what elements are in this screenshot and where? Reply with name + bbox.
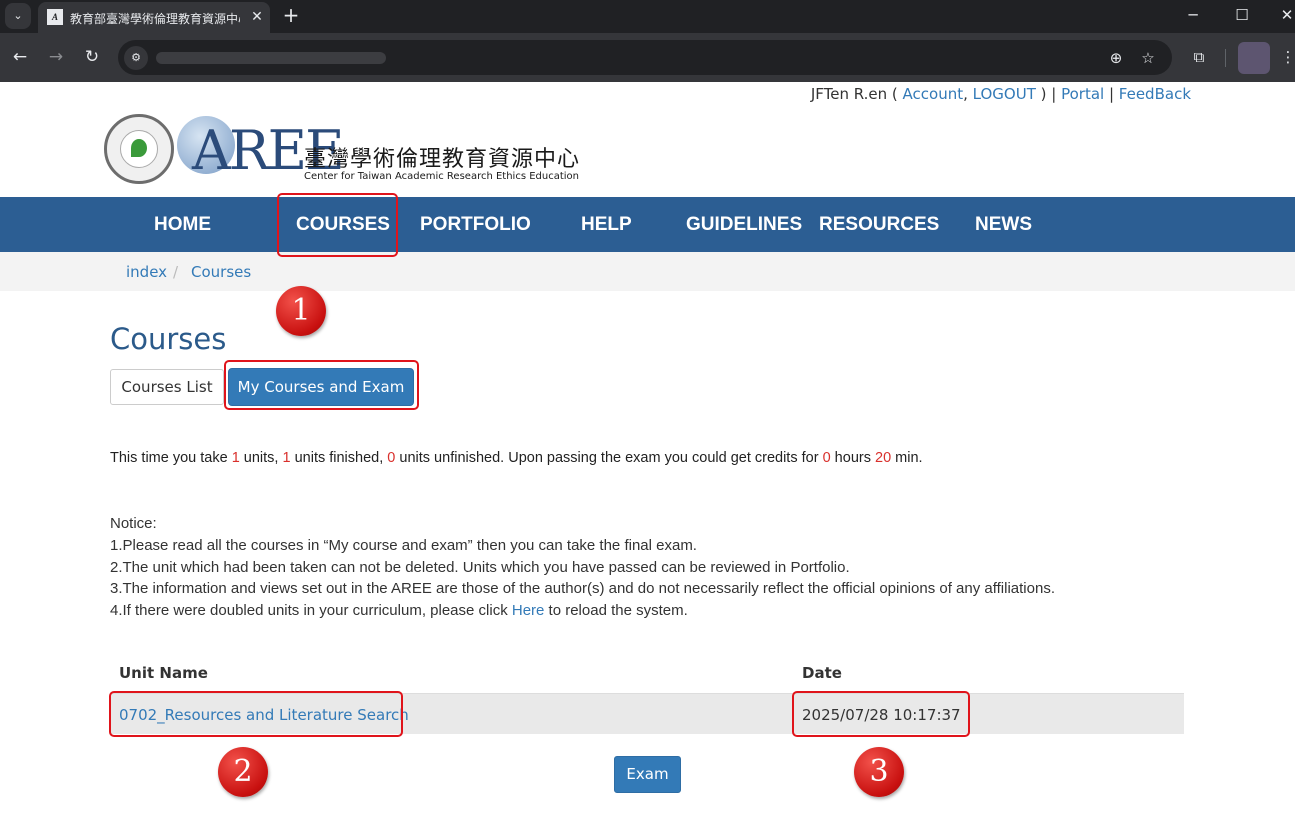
notice-block: Notice: 1.Please read all the courses in… bbox=[110, 513, 1055, 622]
forward-icon[interactable]: → bbox=[44, 45, 68, 69]
notice-line-1: 1.Please read all the courses in “My cou… bbox=[110, 536, 697, 554]
logo-title-chinese: 臺灣學術倫理教育資源中心 bbox=[304, 147, 581, 172]
reload-icon[interactable]: ↻ bbox=[80, 45, 104, 69]
reload-here-link[interactable]: Here bbox=[512, 602, 545, 619]
tab-title: 教育部臺灣學術倫理教育資源中心 bbox=[70, 12, 240, 26]
breadcrumb-index[interactable]: index bbox=[126, 263, 167, 281]
logo-title-english: Center for Taiwan Academic Research Ethi… bbox=[304, 171, 580, 182]
browser-tab[interactable]: A 教育部臺灣學術倫理教育資源中心 ✕ bbox=[38, 2, 270, 33]
browser-tabstrip: ⌄ A 教育部臺灣學術倫理教育資源中心 ✕ + ─ ☐ ✕ bbox=[0, 0, 1295, 33]
site-info-icon[interactable]: ⚙ bbox=[124, 46, 148, 70]
breadcrumb: index / Courses bbox=[0, 252, 1295, 291]
user-name: JFTen R.en bbox=[810, 85, 888, 103]
bookmark-star-icon[interactable]: ☆ bbox=[1136, 46, 1160, 70]
step-marker-3: 3 bbox=[854, 747, 904, 797]
user-bar: JFTen R.en ( Account, LOGOUT ) | Portal … bbox=[810, 85, 1191, 103]
notice-line-4: 4.If there were doubled units in your cu… bbox=[110, 602, 688, 620]
nav-home[interactable]: HOME bbox=[154, 197, 211, 252]
address-bar[interactable]: ⚙ ⊕ ☆ bbox=[118, 40, 1172, 75]
highlight-box-unit-name bbox=[109, 691, 403, 737]
tab-search-icon[interactable]: ⌄ bbox=[5, 3, 31, 29]
nav-portfolio[interactable]: PORTFOLIO bbox=[420, 197, 531, 252]
units-taken-count: 1 bbox=[231, 450, 240, 466]
notice-heading: Notice: bbox=[110, 515, 157, 532]
highlight-box-date bbox=[792, 691, 970, 737]
main-navigation: HOME COURSES PORTFOLIO HELP GUIDELINES R… bbox=[0, 197, 1295, 252]
nav-help[interactable]: HELP bbox=[581, 197, 632, 252]
browser-menu-icon[interactable]: ⋮ bbox=[1276, 45, 1295, 69]
notice-line-2: 2.The unit which had been taken can not … bbox=[110, 558, 850, 576]
breadcrumb-courses[interactable]: Courses bbox=[191, 263, 251, 281]
nav-resources[interactable]: RESOURCES bbox=[819, 197, 939, 252]
window-close-icon[interactable]: ✕ bbox=[1272, 4, 1295, 26]
portal-link[interactable]: Portal bbox=[1061, 85, 1104, 103]
highlight-box-my-courses-tab bbox=[224, 360, 419, 410]
extensions-icon[interactable]: ⧉ bbox=[1187, 45, 1211, 69]
tab-courses-list[interactable]: Courses List bbox=[110, 369, 224, 405]
column-header-unit-name: Unit Name bbox=[119, 664, 208, 682]
minimize-icon[interactable]: ─ bbox=[1178, 4, 1208, 26]
breadcrumb-separator: / bbox=[173, 263, 179, 281]
notice-line-3: 3.The information and views set out in t… bbox=[110, 580, 1055, 598]
account-link[interactable]: Account bbox=[903, 85, 964, 103]
units-finished-count: 1 bbox=[282, 450, 291, 466]
credit-summary: This time you take 1 units, 1 units fini… bbox=[110, 450, 923, 466]
new-tab-icon[interactable]: + bbox=[280, 4, 302, 26]
site-favicon-icon: A bbox=[47, 9, 63, 25]
maximize-icon[interactable]: ☐ bbox=[1227, 4, 1257, 26]
zoom-icon[interactable]: ⊕ bbox=[1104, 46, 1128, 70]
tab-close-icon[interactable]: ✕ bbox=[248, 8, 266, 26]
page-title: Courses bbox=[110, 322, 227, 356]
credit-minutes: 20 bbox=[875, 450, 892, 466]
credit-hours: 0 bbox=[822, 450, 831, 466]
exam-button[interactable]: Exam bbox=[614, 756, 681, 793]
column-header-date: Date bbox=[802, 664, 842, 682]
back-icon[interactable]: ← bbox=[8, 45, 32, 69]
step-marker-2: 2 bbox=[218, 747, 268, 797]
profile-avatar[interactable] bbox=[1238, 42, 1270, 74]
nav-guidelines[interactable]: GUIDELINES bbox=[686, 197, 802, 252]
toolbar-divider bbox=[1225, 49, 1226, 67]
step-marker-1: 1 bbox=[276, 286, 326, 336]
url-text-redacted bbox=[156, 52, 386, 64]
seal-leaf-icon bbox=[131, 139, 147, 157]
logout-link[interactable]: LOGOUT bbox=[973, 85, 1036, 103]
nav-news[interactable]: NEWS bbox=[975, 197, 1032, 252]
ministry-of-education-seal bbox=[104, 114, 174, 184]
browser-toolbar: ← → ↻ ⚙ ⊕ ☆ ⧉ ⋮ bbox=[0, 33, 1295, 82]
feedback-link[interactable]: FeedBack bbox=[1119, 85, 1191, 103]
highlight-box-courses-nav bbox=[277, 193, 398, 257]
